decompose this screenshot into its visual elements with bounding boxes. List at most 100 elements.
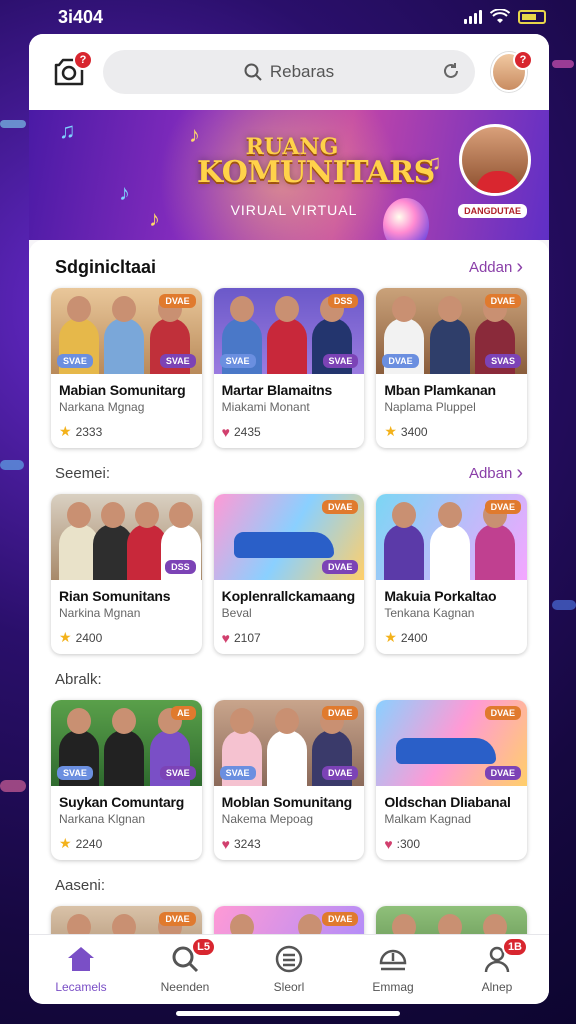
card-tag: SVAE [57, 766, 93, 780]
community-card[interactable]: AE SVAE SVAE Suykan Comuntarg Narkana Klgnan… [51, 700, 202, 860]
list-icon [274, 945, 304, 976]
card-tag: DVAE [322, 912, 359, 926]
card-stat: ♥ 3243 [222, 836, 261, 852]
person-figure [267, 708, 307, 786]
card-tag: DVAE [322, 560, 359, 574]
section-header: Sdginicltaai Addan › [55, 256, 523, 278]
community-card[interactable]: DVAE DVAE SVAS Mban Plamkanan Naplama Pluppe… [376, 288, 528, 448]
community-card[interactable]: DVAE SVAE DVAE Moblan Somunitang Nakema Mepo… [213, 700, 365, 860]
community-card[interactable]: DSS SVAE SVAE Martar Blamaitns Miakami Monan… [213, 288, 365, 448]
card-thumbnail: DVAE [213, 906, 365, 934]
card-tag: SVAE [219, 766, 256, 780]
person-figure [475, 502, 515, 580]
wifi-icon [490, 9, 510, 23]
search-icon [244, 63, 262, 81]
card-title: Mabian Somunitarg [59, 382, 186, 398]
music-note-icon: ♫ [59, 118, 76, 143]
nav-item-search[interactable]: Neenden L5 [140, 937, 230, 994]
app-window: ? Rebaras ? ♫ ♪ ♪ ♫ ♪ RUANG KOMUNITARS V… [29, 34, 549, 1004]
card-stat: ★ 2400 [59, 629, 102, 646]
see-all-label: Adban [468, 464, 513, 482]
community-card[interactable]: DSS Rian Somunitans Narkina Mgnan ★ 2400 [51, 494, 202, 654]
card-thumbnail: DVAE [51, 906, 202, 934]
section-title: Abralk: [55, 670, 102, 688]
card-title: Mban Plamkanan [384, 382, 496, 398]
balloon-decoration [383, 198, 429, 240]
card-row: AE SVAE SVAE Suykan Comuntarg Narkana Klgnan… [51, 700, 528, 860]
section-header: Abralk: [55, 668, 523, 690]
battery-icon [518, 10, 546, 24]
background-streak [0, 120, 26, 128]
card-tag: DVAE [322, 500, 359, 514]
camera-button[interactable]: ? [51, 50, 93, 90]
community-card[interactable]: DVAE DVAE Koplenrallckamaang Beval ♥ 2107 [213, 494, 365, 654]
section-header: Seemei: Adban › [55, 462, 523, 484]
card-thumbnail [376, 906, 528, 934]
chevron-right-icon: › [516, 461, 523, 484]
music-note-icon: ♪ [149, 206, 160, 231]
community-card[interactable]: DVAE [213, 906, 365, 934]
banner-subtitle: VIRUAL VIRTUAL [230, 202, 358, 218]
nav-item-chat[interactable]: Emmag [348, 945, 438, 994]
search-placeholder: Rebaras [269, 62, 335, 81]
community-card[interactable]: DVAE Makuia Porkaltao Tenkana Kagnan ★ 2400 [376, 494, 528, 654]
car-image [233, 532, 334, 558]
section-title: Aaseni: [55, 876, 106, 894]
nav-item-profile[interactable]: Alnep 1B [452, 937, 542, 994]
card-tag: SVAE [219, 354, 256, 368]
card-stat-value: :300 [396, 837, 421, 851]
profile-avatar-button[interactable]: ? [491, 50, 533, 92]
community-card[interactable]: DVAE DVAE Oldschan Dliabanal Malkam Kagnad ♥… [376, 700, 528, 860]
person-figure [104, 296, 145, 374]
see-all-link[interactable]: Addan › [469, 256, 523, 279]
background-streak [552, 600, 576, 610]
nav-badge: L5 [191, 937, 216, 957]
card-subtitle: Narkana Mgnag [59, 400, 145, 414]
community-card[interactable]: DVAE [51, 906, 202, 934]
person-figure [429, 296, 470, 374]
card-tag: DSS [165, 560, 196, 574]
refresh-icon[interactable] [441, 61, 461, 81]
see-all-label: Addan [468, 258, 513, 276]
card-tag: SVAE [159, 766, 196, 780]
host-avatar[interactable] [459, 124, 531, 196]
card-title: Oldschan Dliabanal [384, 794, 511, 810]
host-label: DANGDUTAE [458, 204, 527, 218]
card-title: Martar Blamaitns [221, 382, 333, 398]
card-tag: DVAE [159, 912, 196, 926]
card-tag: SVAE [322, 354, 359, 368]
status-icons [464, 9, 546, 25]
heart-icon: ♥ [221, 424, 230, 440]
card-tag: DVAE [484, 294, 522, 308]
card-thumbnail: DVAE DVAE [376, 700, 528, 786]
nav-item-label: Sleorl [273, 980, 305, 994]
top-bar: ? Rebaras ? [29, 34, 549, 110]
card-subtitle: Narkana Klgnan [59, 812, 146, 826]
star-icon: ★ [59, 423, 72, 439]
nav-item-label: Emmag [372, 980, 414, 994]
nav-item-label: Lecamels [55, 980, 107, 994]
heart-icon: ♥ [221, 836, 230, 852]
chevron-right-icon: › [516, 255, 523, 278]
community-card[interactable] [376, 906, 528, 934]
card-stat: ★ 3400 [384, 423, 427, 440]
nav-item-list[interactable]: Sleorl [244, 945, 334, 994]
card-thumbnail: DSS SVAE SVAE [213, 288, 365, 374]
nav-item-home[interactable]: Lecamels [36, 945, 126, 994]
star-icon: ★ [59, 835, 72, 851]
avatar-badge: ? [513, 50, 533, 70]
chat-icon [378, 945, 408, 976]
card-subtitle: Nakema Mepoag [221, 812, 314, 826]
camera-badge: ? [73, 50, 93, 70]
card-stat-value: 2107 [233, 631, 261, 645]
nav-badge: 1B [501, 937, 528, 957]
hero-banner[interactable]: ♫ ♪ ♪ ♫ ♪ RUANG KOMUNITARS VIRUAL VIRTUA… [29, 110, 549, 240]
card-subtitle: Tenkana Kagnan [384, 606, 475, 620]
see-all-link[interactable]: Adban › [469, 462, 523, 485]
community-card[interactable]: DVAE SVAE SVAE Mabian Somunitarg Narkana Mgn… [51, 288, 202, 448]
search-input[interactable]: Rebaras [103, 50, 475, 94]
background-streak [0, 460, 24, 470]
card-thumbnail: DVAE SVAE DVAE [213, 700, 365, 786]
star-icon: ★ [59, 629, 72, 645]
home-indicator[interactable] [176, 1011, 400, 1016]
